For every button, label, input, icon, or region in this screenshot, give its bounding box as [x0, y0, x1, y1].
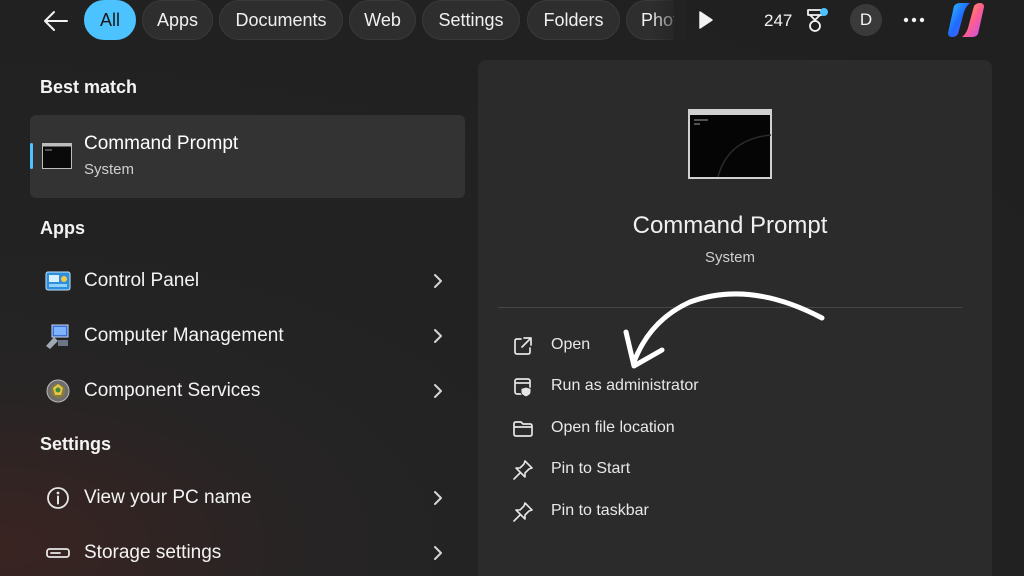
open-external-icon — [514, 337, 532, 355]
action-pin-to-taskbar[interactable]: Pin to taskbar — [502, 493, 922, 529]
filter-all[interactable]: All — [84, 0, 136, 40]
settings-item-storage[interactable]: Storage settings — [30, 529, 465, 576]
filter-documents[interactable]: Documents — [219, 0, 343, 40]
best-match-subtitle: System — [84, 161, 135, 178]
best-match-item[interactable]: Command Prompt System — [30, 115, 465, 198]
app-item-label: Control Panel — [84, 270, 200, 291]
filter-web[interactable]: Web — [349, 0, 416, 40]
preview-subtitle: System — [704, 249, 755, 266]
chevron-right-icon — [434, 491, 442, 505]
filter-chips: All Apps Documents Web Settings Folders … — [84, 0, 674, 40]
settings-item-view-pc-name[interactable]: View your PC name — [30, 474, 465, 522]
app-item-control-panel[interactable]: Control Panel — [30, 257, 465, 305]
more-button[interactable] — [900, 6, 928, 34]
avatar[interactable]: D — [850, 4, 882, 36]
filter-settings[interactable]: Settings — [422, 0, 520, 40]
more-icon — [903, 17, 925, 23]
action-label: Pin to Start — [551, 460, 631, 477]
best-match-heading: Best match — [40, 77, 138, 97]
settings-heading: Settings — [40, 434, 112, 454]
info-icon — [47, 487, 69, 509]
play-icon — [699, 11, 713, 29]
folder-icon — [513, 421, 533, 437]
chevron-right-icon — [434, 384, 442, 398]
component-services-icon — [46, 379, 70, 403]
preview-title: Command Prompt — [632, 212, 828, 239]
chevron-right-icon — [434, 546, 442, 560]
search-window: All Apps Documents Web Settings Folders … — [0, 0, 1024, 576]
computer-management-icon — [46, 324, 69, 349]
chips-fade — [650, 0, 686, 40]
action-open-file-location[interactable]: Open file location — [502, 410, 922, 446]
app-item-label: Computer Management — [84, 325, 284, 346]
pin-icon — [513, 502, 533, 522]
back-arrow-icon — [44, 11, 68, 31]
admin-shield-icon — [514, 378, 532, 398]
control-panel-icon — [45, 271, 71, 291]
pin-icon — [513, 460, 533, 480]
settings-item-label: View your PC name — [84, 487, 252, 508]
settings-item-label: Storage settings — [84, 542, 222, 563]
preview-divider — [498, 307, 962, 308]
best-match-title: Command Prompt — [84, 133, 239, 154]
storage-icon — [46, 548, 70, 558]
app-item-computer-management[interactable]: Computer Management — [30, 312, 465, 360]
command-prompt-icon — [42, 143, 72, 169]
app-item-label: Component Services — [84, 380, 261, 401]
play-button[interactable] — [696, 9, 716, 31]
back-button[interactable] — [38, 6, 74, 36]
filter-folders[interactable]: Folders — [527, 0, 620, 40]
action-open[interactable]: Open — [502, 327, 922, 363]
command-prompt-large-icon — [688, 109, 772, 179]
chevron-right-icon — [434, 329, 442, 343]
search-filter-bar: All Apps Documents Web Settings Folders … — [0, 0, 1024, 44]
chevron-right-icon — [434, 274, 442, 288]
action-label: Open — [551, 336, 591, 353]
action-label: Pin to taskbar — [551, 502, 649, 519]
action-pin-to-start[interactable]: Pin to Start — [502, 451, 922, 487]
rewards-icon[interactable] — [804, 6, 830, 34]
preview-pane: Command Prompt System Open Run as admini… — [478, 60, 992, 576]
selection-indicator — [30, 143, 33, 169]
action-run-as-administrator[interactable]: Run as administrator — [502, 368, 922, 404]
action-label: Open file location — [551, 419, 675, 436]
apps-heading: Apps — [40, 218, 85, 238]
copilot-icon[interactable] — [944, 0, 988, 40]
rewards-points: 247 — [764, 11, 793, 30]
filter-apps[interactable]: Apps — [142, 0, 213, 40]
action-label: Run as administrator — [551, 377, 699, 394]
app-item-component-services[interactable]: Component Services — [30, 367, 465, 415]
